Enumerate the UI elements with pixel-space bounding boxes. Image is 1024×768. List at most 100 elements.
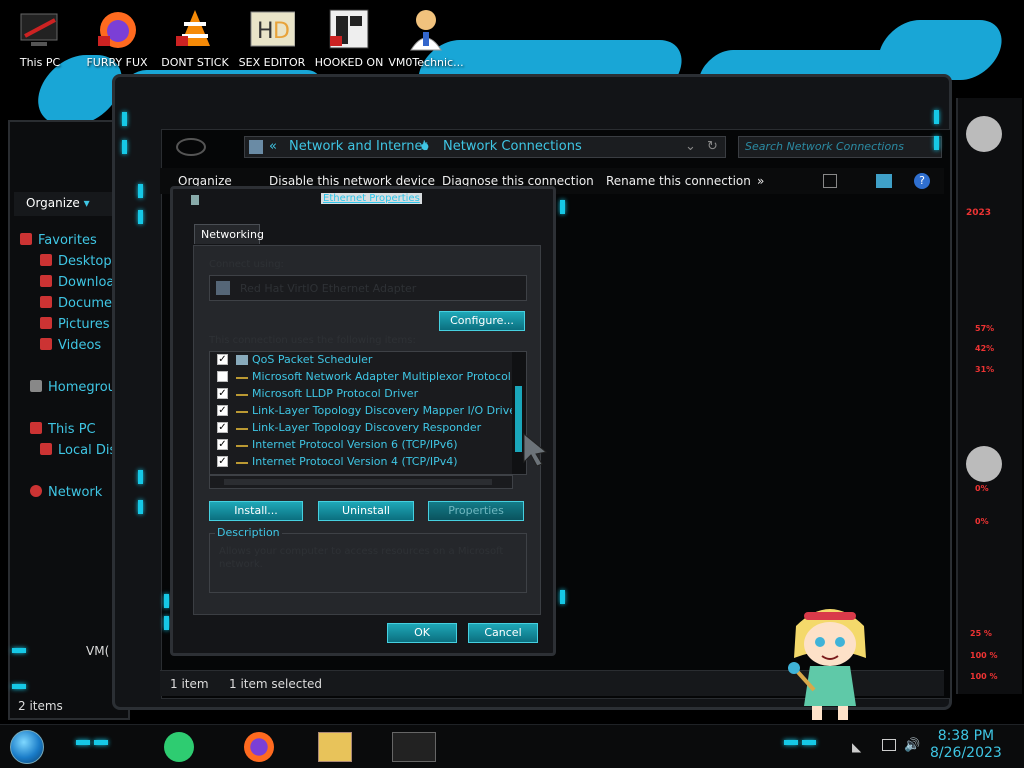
cancel-button[interactable]: Cancel xyxy=(468,623,538,643)
gadget-stat: 100 % xyxy=(970,651,998,660)
sidebar-item-this-pc[interactable]: This PC xyxy=(30,422,96,437)
adapter-field: Red Hat VirtIO Ethernet Adapter xyxy=(209,275,527,301)
checkbox[interactable] xyxy=(217,371,228,382)
connect-using-label: Connect using: xyxy=(209,259,284,270)
properties-button[interactable]: Properties xyxy=(428,501,524,521)
breadcrumb-overflow[interactable]: « xyxy=(269,139,277,154)
notes-app-icon[interactable] xyxy=(164,732,194,762)
list-item[interactable]: Microsoft Network Adapter Multiplexor Pr… xyxy=(210,369,511,386)
firefox-icon[interactable] xyxy=(244,732,274,762)
description-text: Allows your computer to access resources… xyxy=(219,546,504,570)
chevron-down-icon[interactable]: ⌄ xyxy=(685,139,696,154)
gadget-stat: 0% xyxy=(975,517,989,526)
help-icon[interactable]: ? xyxy=(914,173,930,189)
desktop-icon-vlc[interactable]: DONT STICK xyxy=(157,4,233,69)
horizontal-scrollbar[interactable] xyxy=(209,475,513,489)
desktop-icon-vm0technic[interactable]: VM0Technic... xyxy=(388,4,464,69)
checkbox[interactable]: ✓ xyxy=(217,354,228,365)
network-items-list[interactable]: ✓ QoS Packet Scheduler Microsoft Network… xyxy=(209,351,527,475)
install-button[interactable]: Install... xyxy=(209,501,303,521)
star-icon xyxy=(20,233,32,245)
show-hidden-icons-icon[interactable]: ◣ xyxy=(852,740,861,754)
svg-text:D: D xyxy=(273,19,290,44)
scheduler-icon xyxy=(236,355,248,365)
tab-networking[interactable]: Networking xyxy=(194,224,264,244)
led-light xyxy=(12,684,26,689)
list-item[interactable]: ✓ QoS Packet Scheduler xyxy=(210,352,510,369)
list-item[interactable]: ✓ Internet Protocol Version 4 (TCP/IPv4) xyxy=(210,454,510,471)
checkbox[interactable]: ✓ xyxy=(217,388,228,399)
firefox-icon xyxy=(94,6,140,52)
configure-button[interactable]: Configure... xyxy=(439,311,525,331)
volume-icon[interactable]: 🔊 xyxy=(904,738,920,753)
gadget-stat: 57% xyxy=(975,324,995,333)
desktop-icon-label: SEX EDITOR xyxy=(238,56,306,69)
led-light xyxy=(122,112,127,126)
hex-editor-icon: HD xyxy=(249,6,296,52)
organize-menu[interactable]: Organize ▾ xyxy=(26,196,90,210)
scrollbar-track xyxy=(224,479,492,485)
videos-icon xyxy=(40,338,52,350)
desktop-icon-label: DONT STICK xyxy=(161,56,229,69)
list-item[interactable]: ✓ Link-Layer Topology Discovery Mapper I… xyxy=(210,403,521,420)
gadget-year: 2023 xyxy=(966,208,992,218)
more-commands-button[interactable]: » xyxy=(757,174,764,188)
taskbar-clock[interactable]: 8:38 PM 8/26/2023 xyxy=(930,728,1002,762)
desktop-icon-firefox[interactable]: FURRY FUX xyxy=(79,4,155,69)
sidebar-item-homegroup[interactable]: Homegroup xyxy=(30,380,124,395)
desktop-icon-this-pc[interactable]: This PC xyxy=(2,4,78,69)
list-item[interactable]: ✓ Microsoft LLDP Protocol Driver xyxy=(210,386,510,403)
dialog-title: Ethernet Properties xyxy=(321,193,422,204)
scrollbar-thumb[interactable] xyxy=(515,386,522,452)
ok-button[interactable]: OK xyxy=(387,623,457,643)
desktop-icon-hooked-on[interactable]: HOOKED ON xyxy=(311,4,387,69)
status-selected: 1 item selected xyxy=(229,677,323,691)
rename-connection-button[interactable]: Rename this connection xyxy=(606,174,751,188)
app-icon xyxy=(326,6,372,52)
protocol-icon xyxy=(236,440,248,447)
network-tray-icon[interactable] xyxy=(882,739,896,751)
led-light xyxy=(934,136,939,150)
led-light xyxy=(138,210,143,224)
network-folder-icon xyxy=(249,140,263,154)
desktop-icon-hex-editor[interactable]: HD SEX EDITOR xyxy=(234,4,310,69)
gadget-stat: 0% xyxy=(975,484,989,493)
breadcrumb-network-and-internet[interactable]: Network and Internet xyxy=(289,139,428,154)
ethernet-properties-dialog[interactable]: Ethernet Properties Networking Connect u… xyxy=(170,186,556,656)
sidebar-item-videos[interactable]: Videos xyxy=(40,338,101,353)
sidebar-item-downloads[interactable]: Downloa xyxy=(40,275,114,290)
uninstall-button[interactable]: Uninstall xyxy=(318,501,414,521)
doctor-icon xyxy=(403,6,449,52)
checkbox[interactable]: ✓ xyxy=(217,405,228,416)
checkbox[interactable]: ✓ xyxy=(217,439,228,450)
sidebar-item-favorites[interactable]: Favorites xyxy=(20,233,97,248)
network-connections-taskbar-icon[interactable] xyxy=(392,732,436,762)
back-window-vm-label: VM( xyxy=(86,644,110,658)
address-bar[interactable]: « Network and Internet ● Network Connect… xyxy=(244,136,726,158)
refresh-icon[interactable]: ↻ xyxy=(707,139,718,154)
protocol-icon xyxy=(236,457,248,464)
sidebar-item-network[interactable]: Network xyxy=(30,485,102,500)
taskbar xyxy=(0,724,1024,768)
list-item[interactable]: ✓ Internet Protocol Version 6 (TCP/IPv6) xyxy=(210,437,510,454)
search-input[interactable]: Search Network Connections xyxy=(738,136,942,158)
desktop-icon-label: FURRY FUX xyxy=(86,56,148,69)
sidebar-item-desktop[interactable]: Desktop xyxy=(40,254,112,269)
sidebar-item-pictures[interactable]: Pictures xyxy=(40,317,109,332)
desktop-icon-label: This PC xyxy=(19,56,61,69)
start-button[interactable] xyxy=(10,730,44,764)
checkbox[interactable]: ✓ xyxy=(217,456,228,467)
sidebar-item-local-disk[interactable]: Local Dis xyxy=(40,443,116,458)
clock-date: 8/26/2023 xyxy=(930,745,1002,761)
breadcrumb-network-connections[interactable]: Network Connections xyxy=(443,139,582,154)
led-light xyxy=(560,590,565,604)
file-explorer-icon[interactable] xyxy=(318,732,352,762)
drive-icon xyxy=(40,443,52,455)
homegroup-icon xyxy=(30,380,42,392)
items-label: This connection uses the following items… xyxy=(209,335,416,346)
list-item[interactable]: ✓ Link-Layer Topology Discovery Responde… xyxy=(210,420,510,437)
sidebar-item-documents[interactable]: Documen xyxy=(40,296,120,311)
view-options-icon[interactable] xyxy=(823,174,837,188)
checkbox[interactable]: ✓ xyxy=(217,422,228,433)
preview-pane-icon[interactable] xyxy=(876,174,892,188)
